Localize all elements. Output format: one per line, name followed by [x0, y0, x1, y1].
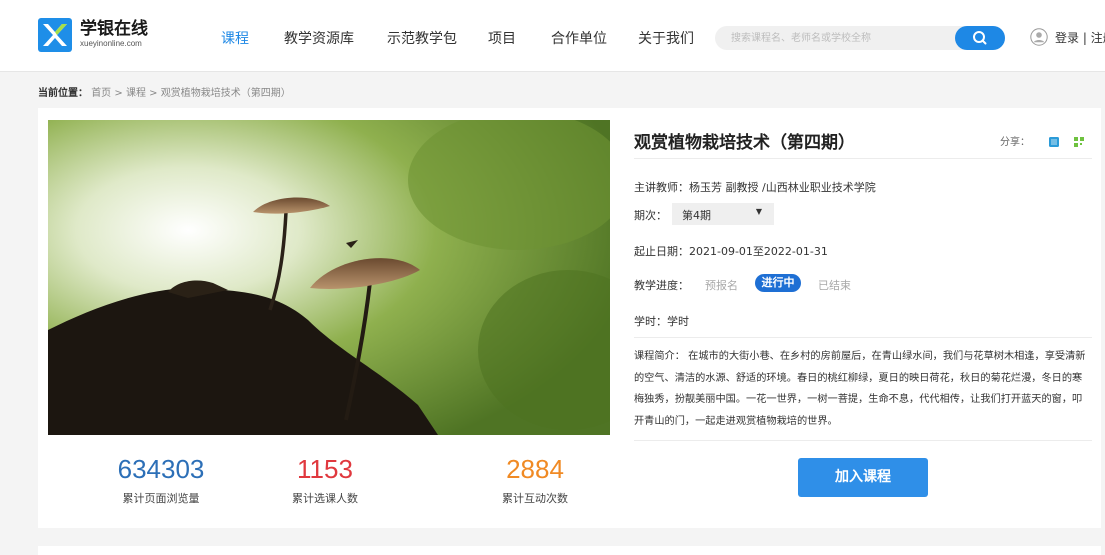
progress-step-active: 进行中 — [755, 274, 801, 292]
title-divider — [634, 158, 1092, 159]
qq-space-icon[interactable] — [1049, 132, 1059, 147]
course-dates: 起止日期：2021-09-01至2022-01-31 — [634, 245, 828, 258]
intro-bottom-divider — [634, 440, 1092, 441]
join-course-button[interactable]: 加入课程 — [798, 458, 928, 497]
stat-page-views: 634303 累计页面浏览量 — [86, 454, 236, 506]
logo-icon[interactable] — [38, 18, 72, 52]
nav-item-resource-library[interactable]: 教学资源库 — [284, 28, 354, 48]
progress-label: 教学进度： — [634, 279, 689, 292]
nav-item-partners[interactable]: 合作单位 — [551, 28, 607, 48]
login-link[interactable]: 登录 — [1055, 31, 1079, 45]
logo-domain: xueyinonline.com — [80, 39, 142, 48]
breadcrumb-label: 当前位置： — [38, 88, 88, 99]
course-card: 634303 累计页面浏览量 1153 累计选课人数 2884 累计互动次数 观… — [38, 108, 1101, 528]
account-separator: | — [1082, 31, 1087, 45]
nav-item-about[interactable]: 关于我们 — [638, 28, 694, 48]
wechat-qr-icon[interactable] — [1074, 132, 1084, 147]
breadcrumb-separator: > — [149, 88, 158, 99]
stat-value: 2884 — [506, 454, 564, 484]
stat-value: 1153 — [297, 454, 353, 484]
account-links: 登录 | 注册 — [1055, 29, 1105, 46]
course-hours: 学时：学时 — [634, 315, 689, 328]
breadcrumb: 当前位置： 首页 > 课程 > 观赏植物栽培技术（第四期） — [38, 84, 291, 99]
term-select-value: 第4期 — [682, 209, 711, 222]
progress-step-preregister: 预报名 — [705, 279, 738, 292]
nav-item-courses[interactable]: 课程 — [221, 28, 249, 48]
stat-value: 634303 — [117, 454, 205, 484]
term-label: 期次： — [634, 209, 667, 222]
stat-label: 累计页面浏览量 — [122, 492, 200, 505]
breadcrumb-current: 观赏植物栽培技术（第四期） — [160, 88, 291, 99]
next-section-edge — [38, 546, 1101, 555]
course-cover-image — [48, 120, 610, 435]
breadcrumb-separator: > — [114, 88, 123, 99]
intro-divider — [634, 337, 1092, 338]
nav-item-projects[interactable]: 项目 — [488, 28, 516, 48]
logo-name[interactable]: 学银在线 — [80, 14, 148, 39]
register-link[interactable]: 注册 — [1091, 31, 1105, 45]
breadcrumb-home[interactable]: 首页 — [91, 88, 111, 99]
course-teacher: 主讲教师：杨玉芳 副教授 /山西林业职业技术学院 — [634, 181, 876, 194]
progress-step-ended: 已结束 — [818, 279, 851, 292]
user-avatar-icon[interactable] — [1030, 28, 1048, 46]
breadcrumb-courses[interactable]: 课程 — [126, 88, 146, 99]
stat-label: 累计选课人数 — [292, 492, 358, 505]
stat-enrollments: 1153 累计选课人数 — [250, 454, 400, 506]
course-title: 观赏植物栽培技术（第四期） — [634, 133, 855, 153]
stat-label: 累计互动次数 — [502, 492, 568, 505]
chevron-down-icon: ▼ — [755, 207, 762, 216]
top-header: 学银在线 xueyinonline.com 课程 教学资源库 示范教学包 项目 … — [0, 0, 1105, 72]
stat-interactions: 2884 累计互动次数 — [460, 454, 610, 506]
term-select[interactable]: 第4期 ▼ — [672, 203, 774, 225]
search-button[interactable] — [955, 26, 1005, 50]
course-intro: 课程简介： 在城市的大街小巷、在乡村的房前屋后，在青山绿水间，我们与花草树木相逢… — [634, 351, 1086, 427]
share-label: 分享： — [1000, 137, 1030, 148]
nav-item-demo-packages[interactable]: 示范教学包 — [387, 28, 457, 48]
search-icon — [973, 31, 987, 45]
